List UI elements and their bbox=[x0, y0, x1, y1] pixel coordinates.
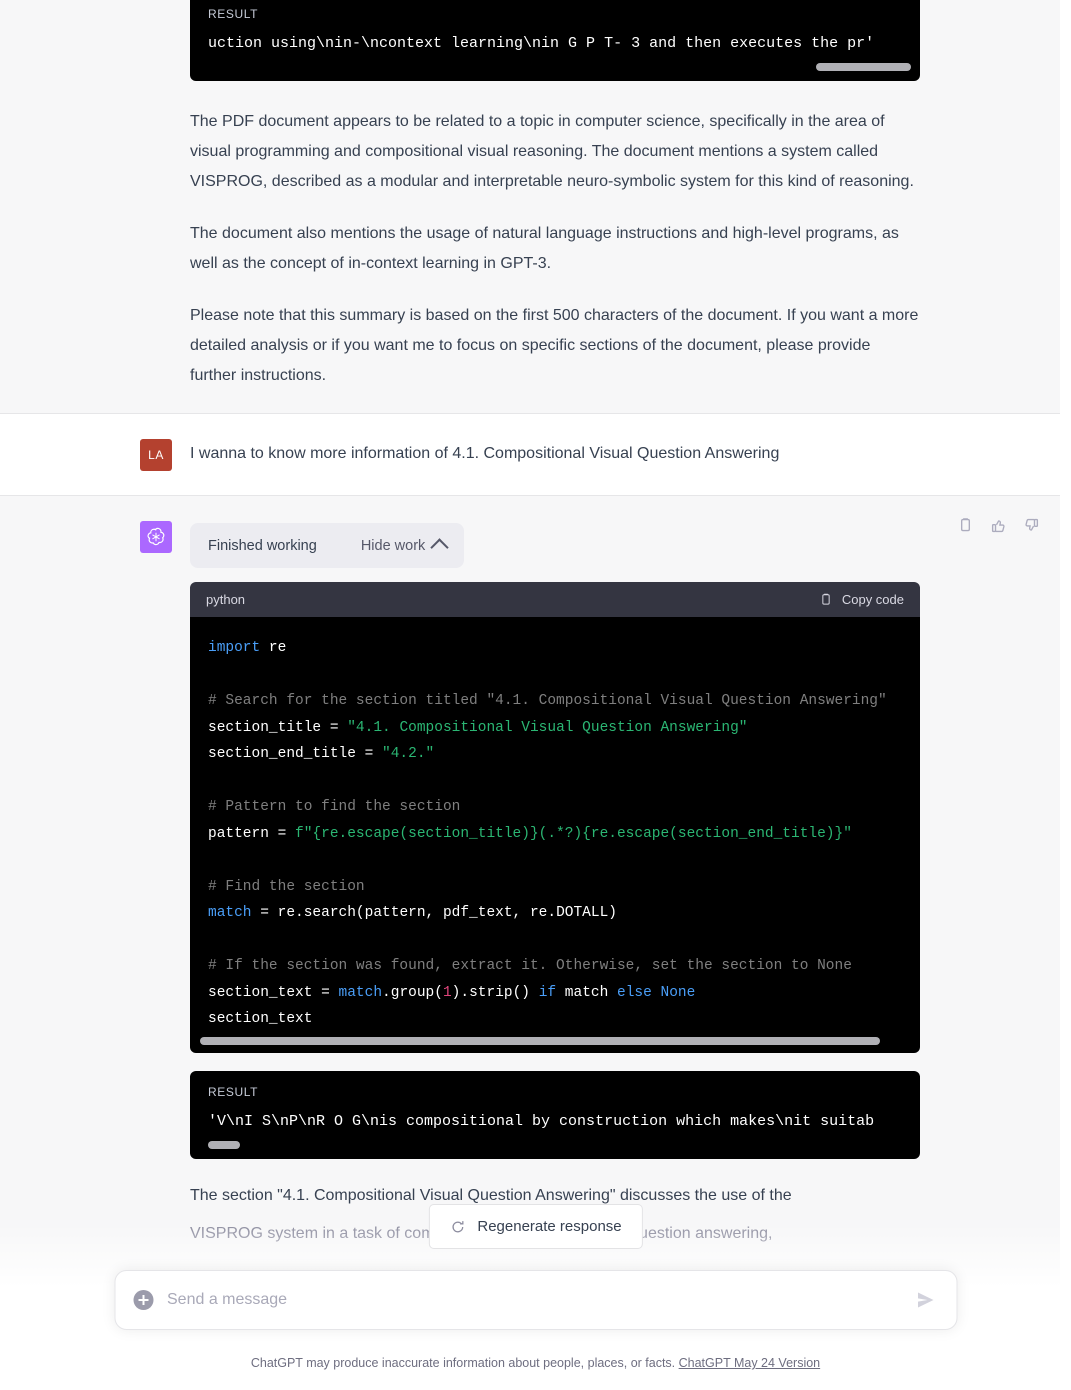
message-row-user: LA I wanna to know more information of 4… bbox=[0, 414, 1060, 496]
code-text: import re # Search for the section title… bbox=[208, 640, 887, 1027]
clipboard-icon bbox=[822, 593, 830, 605]
result-scrollbar-thumb[interactable] bbox=[208, 1140, 240, 1149]
regenerate-label: Regenerate response bbox=[477, 1218, 622, 1235]
user-message-text: I wanna to know more information of 4.1.… bbox=[190, 445, 780, 462]
result-label: RESULT bbox=[208, 1084, 259, 1099]
summary-paragraph-3: Please note that this summary is based o… bbox=[190, 307, 919, 384]
avatar-user: LA bbox=[140, 439, 172, 471]
footnote-text: ChatGPT may produce inaccurate informati… bbox=[250, 1356, 679, 1370]
code-block-header: python Copy code bbox=[190, 582, 920, 617]
code-scrollbar-track[interactable] bbox=[190, 1036, 920, 1053]
chevron-up-icon bbox=[430, 538, 449, 557]
result-text: 'V\nI S\nP\nR O G\nis compositional by c… bbox=[208, 1112, 875, 1130]
page-scrollbar-gutter[interactable] bbox=[1060, 0, 1071, 1390]
copy-code-label: Copy code bbox=[841, 592, 904, 607]
avatar-assistant bbox=[140, 521, 172, 553]
result-block-section: RESULT 'V\nI S\nP\nR O G\nis composition… bbox=[190, 1070, 920, 1159]
chat-scroll-area[interactable]: RESULT uction using\nin-\ncontext learni… bbox=[0, 0, 1060, 1390]
summary-paragraph-2: The document also mentions the usage of … bbox=[190, 225, 899, 272]
finished-working-bar[interactable]: Finished working Hide work bbox=[190, 523, 465, 568]
thumbs-up-icon[interactable] bbox=[990, 517, 1007, 534]
message-input[interactable] bbox=[167, 1291, 900, 1309]
summary-paragraph-1: The PDF document appears to be related t… bbox=[190, 113, 914, 190]
regenerate-response-button[interactable]: Regenerate response bbox=[428, 1204, 643, 1249]
copy-code-button[interactable]: Copy code bbox=[819, 592, 904, 607]
plus-circle-icon[interactable] bbox=[133, 1290, 153, 1310]
hide-work-label: Hide work bbox=[360, 537, 426, 554]
hide-work-toggle[interactable]: Hide work bbox=[360, 537, 449, 557]
message-row-assistant-summary: RESULT uction using\nin-\ncontext learni… bbox=[0, 0, 1060, 414]
code-scrollbar-thumb[interactable] bbox=[200, 1036, 880, 1045]
result-label: RESULT bbox=[208, 7, 259, 21]
result-scrollbar-thumb[interactable] bbox=[816, 63, 911, 71]
work-status-label: Finished working bbox=[208, 537, 317, 554]
code-language-label: python bbox=[206, 592, 246, 607]
result-scrollbar-track[interactable] bbox=[208, 63, 911, 71]
result-text: uction using\nin-\ncontext learning\nin … bbox=[208, 35, 875, 52]
avatar-initials: LA bbox=[148, 448, 164, 462]
send-button[interactable] bbox=[914, 1289, 936, 1311]
openai-logo-icon bbox=[147, 527, 165, 546]
refresh-icon bbox=[451, 1220, 463, 1232]
message-composer[interactable] bbox=[114, 1270, 957, 1330]
result-block-top: RESULT uction using\nin-\ncontext learni… bbox=[190, 0, 920, 81]
result-scrollbar-track[interactable] bbox=[208, 1140, 902, 1149]
message-action-buttons[interactable] bbox=[957, 517, 1040, 534]
version-link[interactable]: ChatGPT May 24 Version bbox=[679, 1356, 821, 1370]
send-arrow-icon bbox=[917, 1292, 933, 1308]
copy-icon[interactable] bbox=[957, 517, 974, 534]
code-block-python: python Copy code import re # Search for … bbox=[190, 582, 920, 1053]
thumbs-down-icon[interactable] bbox=[1023, 517, 1040, 534]
code-block-body: import re # Search for the section title… bbox=[190, 617, 920, 1037]
footnote: ChatGPT may produce inaccurate informati… bbox=[0, 1356, 1071, 1370]
